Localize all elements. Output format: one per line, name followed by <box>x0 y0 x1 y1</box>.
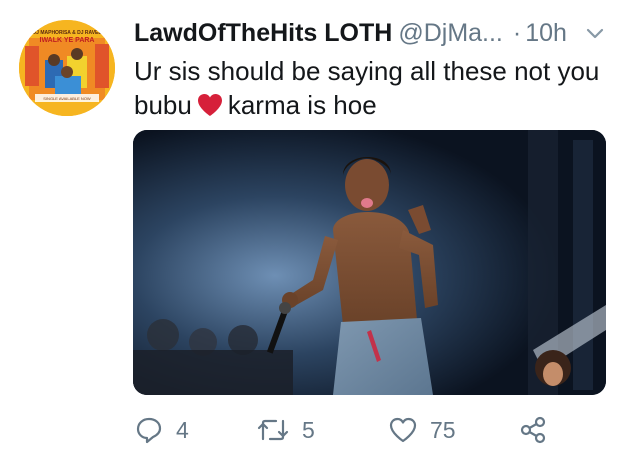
tweet-text: Ur sis should be saying all these not yo… <box>134 54 604 122</box>
like-count: 75 <box>430 416 456 443</box>
retweet-button[interactable]: 5 <box>256 415 315 445</box>
share-button[interactable] <box>518 415 548 445</box>
reply-count: 4 <box>176 416 189 443</box>
avatar-bottom-text: SINGLE AVAILABLE NOW <box>43 96 91 101</box>
user-handle[interactable]: @DjMa... <box>398 19 503 48</box>
tweet-header: LawdOfTheHits LOTH @DjMa... · 10h <box>134 14 612 52</box>
avatar-title-text: IWALK YE PARA <box>40 37 95 44</box>
reply-button[interactable]: 4 <box>134 415 189 445</box>
timestamp[interactable]: 10h <box>525 19 567 48</box>
tweet-actions: 4 5 75 <box>134 412 604 448</box>
display-name[interactable]: LawdOfTheHits LOTH <box>134 19 392 48</box>
red-heart-icon <box>196 92 224 118</box>
avatar[interactable]: DJ MAPHORISA & DJ RAVEL IWALK YE PARA SI… <box>19 20 115 116</box>
chevron-down-icon[interactable] <box>584 22 606 44</box>
separator-dot: · <box>512 18 522 47</box>
like-button[interactable]: 75 <box>388 416 456 444</box>
tweet[interactable]: DJ MAPHORISA & DJ RAVEL IWALK YE PARA SI… <box>0 0 626 467</box>
tweet-photo[interactable] <box>133 130 606 395</box>
heart-icon <box>389 417 417 443</box>
share-icon <box>520 416 546 444</box>
reply-icon <box>136 417 162 444</box>
retweet-count: 5 <box>302 416 315 443</box>
avatar-artist-text: DJ MAPHORISA & DJ RAVEL <box>33 30 102 36</box>
retweet-icon <box>257 419 289 441</box>
tweet-text-part2: karma is hoe <box>227 90 377 120</box>
